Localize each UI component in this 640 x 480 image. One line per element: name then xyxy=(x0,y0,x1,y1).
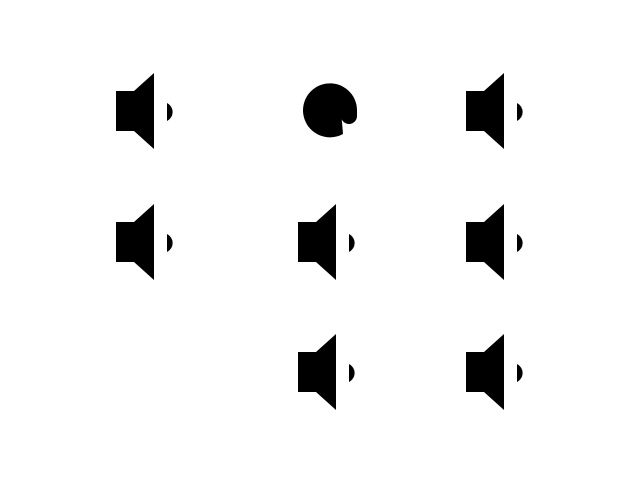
icon-grid xyxy=(0,0,640,480)
speaker-low-volume-icon xyxy=(285,197,375,287)
speaker-low-volume-icon xyxy=(285,327,375,417)
speaker-low-volume-icon xyxy=(453,327,543,417)
speaker-low-volume-icon xyxy=(453,66,543,156)
speaker-low-volume-icon xyxy=(103,197,193,287)
speaker-low-volume-icon xyxy=(453,197,543,287)
speaker-low-volume-icon xyxy=(103,66,193,156)
at-sign-icon xyxy=(285,66,375,156)
